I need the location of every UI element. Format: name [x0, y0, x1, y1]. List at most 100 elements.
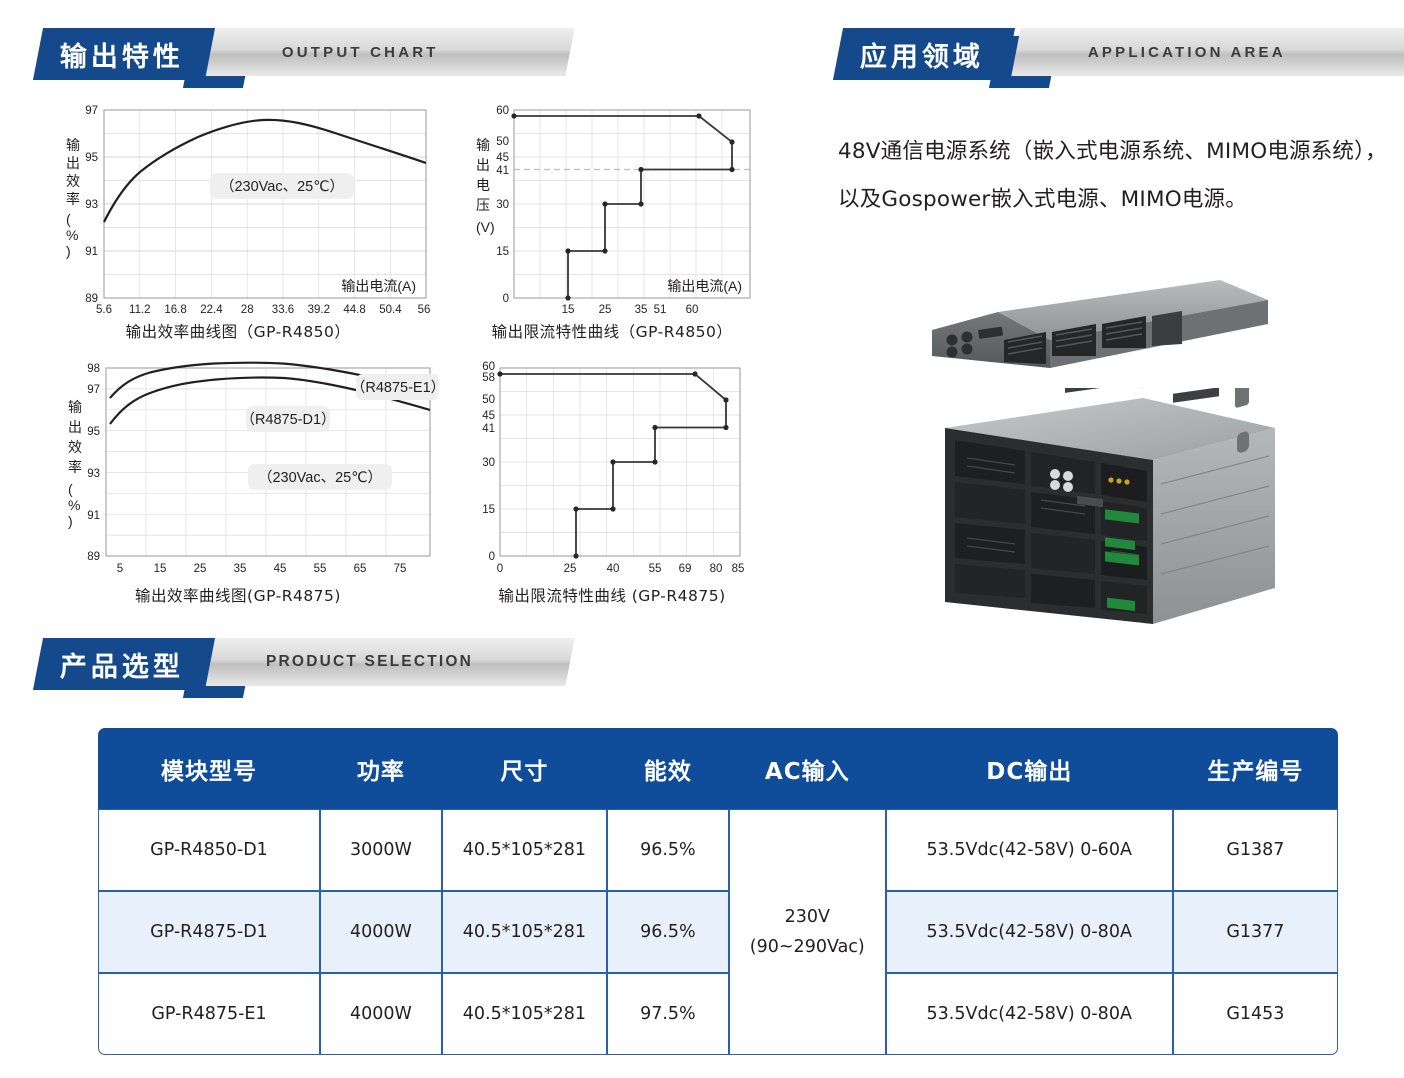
col-header-model: 模块型号: [98, 728, 320, 809]
col-header-dc-output: DC输出: [885, 728, 1173, 809]
y-axis-label: 输: [68, 399, 82, 415]
banner-blue-tag: 产品选型: [32, 638, 216, 690]
section-banner-product: PRODUCT SELECTION 产品选型: [32, 638, 575, 698]
x-tick: 65: [354, 563, 367, 575]
y-tick: 91: [85, 246, 98, 258]
y-tick: 30: [496, 199, 509, 211]
cell-serial: G1377: [1172, 891, 1338, 973]
current-limit-envelope: [500, 373, 727, 556]
cell-dc-output: 53.5Vdc(42-58V) 0-80A: [885, 973, 1173, 1055]
x-tick: 50.4: [379, 304, 402, 316]
x-tick: 55: [314, 563, 327, 575]
cell-power: 4000W: [319, 973, 442, 1055]
x-tick: 15: [562, 304, 575, 316]
grid-lines: [103, 109, 427, 299]
chart-efficiency-r4850: 97 95 93 91 89 5.6 11.2 16.8 22.4 28 33.…: [38, 98, 438, 343]
x-tick: 45: [274, 563, 287, 575]
cell-power: 4000W: [319, 891, 442, 973]
y-axis-label: 率: [68, 459, 82, 475]
banner-grey-plate: PRODUCT SELECTION: [205, 638, 575, 686]
y-axis-label: (: [68, 481, 73, 497]
x-tick: 15: [154, 563, 167, 575]
y-tick: 91: [87, 510, 100, 522]
table-row: GP-R4875-E1 4000W 40.5*105*281 97.5% 53.…: [98, 973, 1338, 1055]
y-tick: 60: [496, 105, 509, 117]
x-tick: 39.2: [308, 304, 330, 316]
x-tick: 44.8: [343, 304, 365, 316]
x-tick: 40: [607, 563, 620, 575]
annotation-label-cond: （230Vac、25℃）: [258, 469, 382, 486]
section-banner-output: OUTPUT CHART 输出特性: [32, 28, 575, 88]
cell-power: 3000W: [319, 809, 442, 891]
section-title-en: APPLICATION AREA: [1088, 43, 1286, 61]
y-tick: 30: [482, 457, 495, 469]
banner-grey-plate: APPLICATION AREA: [1011, 28, 1404, 76]
x-tick: 22.4: [200, 304, 223, 316]
cell-serial: G1387: [1172, 809, 1338, 891]
y-axis-label: 输: [66, 137, 80, 153]
x-tick: 0: [497, 563, 503, 575]
y-axis-label: (V): [476, 219, 495, 235]
x-tick: 56: [418, 304, 431, 316]
annotation-label: （230Vac、25℃）: [220, 178, 344, 195]
banner-grey-plate: OUTPUT CHART: [205, 28, 575, 76]
y-tick: 98: [87, 363, 100, 375]
cell-ac-input: 230V (90~290Vac): [728, 809, 886, 1055]
y-tick: 45: [482, 410, 495, 422]
efficiency-curve: [103, 118, 427, 223]
cell-dc-output: 53.5Vdc(42-58V) 0-80A: [885, 891, 1173, 973]
col-header-serial: 生产编号: [1172, 728, 1338, 809]
chart-efficiency-r4875: 98 97 95 93 91 89 5 15 25 35 45 55 65 75…: [38, 356, 438, 606]
y-tick: 97: [85, 105, 98, 117]
y-tick: 93: [87, 468, 100, 480]
y-axis-label: ): [68, 513, 73, 529]
y-axis-label: 率: [66, 191, 80, 207]
y-tick: 95: [87, 426, 100, 438]
section-banner-application: APPLICATION AREA 应用领域: [832, 28, 1404, 88]
annotation-label-e1: （R4875-E1）: [351, 379, 438, 396]
y-axis-label: (: [66, 211, 71, 227]
y-tick: 89: [87, 551, 100, 563]
datasheet-page: OUTPUT CHART 输出特性 97 95 93 91 89 5.6 11.…: [0, 0, 1404, 1078]
ac-input-line2: (90~290Vac): [749, 937, 865, 957]
chart-caption: 输出限流特性曲线（GP-R4850）: [491, 323, 733, 341]
y-tick: 97: [87, 384, 100, 396]
y-axis-label: %: [66, 227, 78, 243]
section-title-en: OUTPUT CHART: [282, 43, 439, 61]
x-tick: 85: [732, 563, 745, 575]
cell-dc-output: 53.5Vdc(42-58V) 0-60A: [885, 809, 1173, 891]
y-tick: 95: [85, 152, 98, 164]
col-header-ac-input: AC输入: [728, 728, 886, 809]
x-tick: 5.6: [96, 304, 112, 316]
y-tick: 41: [496, 165, 509, 177]
current-limit-envelope: [514, 115, 733, 298]
cell-efficiency: 96.5%: [606, 809, 729, 891]
x-tick: 55: [649, 563, 662, 575]
x-tick: 60: [686, 304, 699, 316]
x-tick: 25: [194, 563, 207, 575]
y-axis-label: 电: [476, 177, 490, 193]
col-header-efficiency: 能效: [606, 728, 729, 809]
y-axis-label: 出: [68, 419, 82, 435]
banner-blue-tag: 应用领域: [832, 28, 1016, 80]
x-tick: 16.8: [164, 304, 186, 316]
chart-current-limit-r4875: 60 58 50 45 41 30 15 0 0 25 40 55 69 80 …: [452, 356, 772, 606]
x-tick: 25: [564, 563, 577, 575]
y-tick: 0: [503, 293, 509, 305]
y-tick: 93: [85, 199, 98, 211]
section-title-cn: 输出特性: [60, 41, 184, 73]
product-selection-table: 模块型号 功率 尺寸 能效 AC输入 DC输出 生产编号 GP-R4850-D1…: [98, 728, 1338, 1055]
table-row: GP-R4875-D1 4000W 40.5*105*281 96.5% 53.…: [98, 891, 1338, 973]
x-axis-label: 输出电流(A): [667, 278, 742, 294]
step-markers: [511, 113, 735, 301]
x-tick: 28: [241, 304, 254, 316]
x-tick: 25: [599, 304, 612, 316]
banner-blue-tag: 输出特性: [32, 28, 216, 80]
x-tick: 33.6: [272, 304, 294, 316]
y-axis-label: 压: [476, 197, 490, 213]
cell-size: 40.5*105*281: [441, 891, 607, 973]
product-photo-1u-rack: [920, 246, 1270, 382]
x-axis-label: 输出电流(A): [341, 278, 416, 294]
cell-model: GP-R4850-D1: [98, 809, 320, 891]
x-tick: 51: [654, 304, 667, 316]
